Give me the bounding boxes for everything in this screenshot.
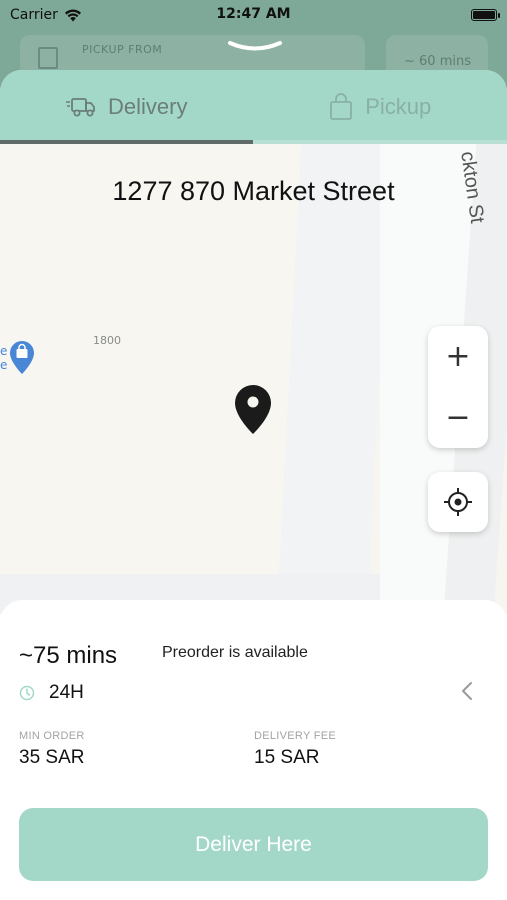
mode-tabs: Delivery Pickup — [0, 70, 507, 144]
pickup-from-label: PICKUP FROM — [82, 43, 163, 56]
location-sheet: Delivery Pickup 1277 870 Market Street c… — [0, 70, 507, 900]
clock: 12:47 AM — [216, 6, 291, 22]
tab-delivery-label: Delivery — [108, 94, 188, 119]
poi-label-line: e — [0, 358, 8, 372]
poi-label: e e — [0, 344, 7, 372]
location-pin-icon[interactable] — [233, 384, 273, 436]
tab-pickup-label: Pickup — [365, 94, 432, 119]
shopping-bag-icon — [330, 93, 353, 120]
min-order: MIN ORDER 35 SAR — [19, 730, 85, 769]
my-location-button[interactable] — [428, 472, 488, 532]
zoom-controls: + − — [428, 326, 488, 448]
delivery-info-panel: ~75 mins Preorder is available 24H MIN O… — [0, 600, 507, 900]
tab-pickup[interactable]: Pickup — [254, 70, 507, 144]
eta-card-label: ~ 60 mins — [404, 54, 471, 69]
bag-icon — [38, 47, 58, 69]
crosshair-icon — [444, 488, 472, 516]
zoom-out-button[interactable]: − — [428, 387, 488, 448]
clock-icon — [19, 685, 35, 701]
map-view[interactable]: 1277 870 Market Street ckton St 1800 e e… — [0, 144, 507, 614]
delivery-fee-value: 15 SAR — [254, 747, 320, 768]
status-bar: Carrier 12:47 AM — [0, 0, 507, 30]
deliver-here-button[interactable]: Deliver Here — [19, 808, 488, 881]
delivery-fee: DELIVERY FEE 15 SAR — [254, 730, 336, 769]
building-number: 1800 — [93, 334, 121, 347]
hours-value: 24H — [49, 682, 84, 703]
sheet-handle-chevron-icon[interactable] — [227, 40, 283, 54]
opening-hours: 24H — [19, 682, 84, 704]
tab-delivery[interactable]: Delivery — [0, 70, 254, 144]
min-order-label: MIN ORDER — [19, 730, 85, 742]
delivery-truck-icon — [66, 98, 95, 117]
zoom-in-button[interactable]: + — [428, 326, 488, 387]
preorder-notice: Preorder is available — [162, 644, 308, 661]
chevron-left-icon[interactable] — [460, 680, 474, 702]
delivery-fee-label: DELIVERY FEE — [254, 730, 337, 742]
map-road — [0, 144, 300, 614]
store-poi-icon[interactable] — [8, 340, 36, 376]
delivery-address: 1277 870 Market Street — [112, 176, 395, 206]
delivery-eta: ~75 mins — [19, 642, 118, 669]
min-order-value: 35 SAR — [19, 747, 85, 768]
poi-label-line: e — [0, 344, 8, 358]
battery-icon — [471, 9, 500, 21]
